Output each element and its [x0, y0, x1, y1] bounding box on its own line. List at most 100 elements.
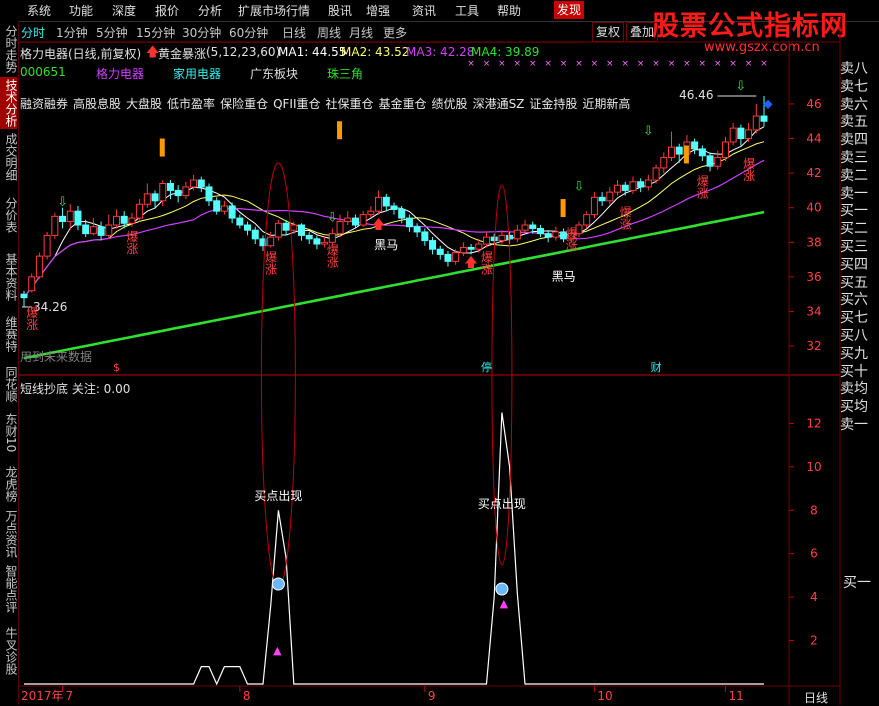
orderbook-row-20: 卖一	[840, 417, 868, 433]
baozhang-label-1: 爆涨	[125, 230, 139, 254]
signal-x-mark-96: ×	[760, 59, 768, 69]
candle-body-89	[706, 155, 714, 167]
event-ting: 停	[481, 360, 492, 374]
candle-body-85	[675, 146, 683, 155]
candle-body-66	[529, 224, 537, 229]
candle-body-3	[43, 234, 51, 257]
price-tick-label-5: 42	[806, 166, 821, 180]
candle-body-9	[89, 226, 97, 235]
baozhang-label-8: 爆涨	[742, 157, 756, 181]
signal-x-mark-74: ×	[591, 59, 599, 69]
signal-x-mark-92: ×	[729, 59, 737, 69]
signal-x-mark-70: ×	[560, 59, 568, 69]
signal-x-mark-86: ×	[683, 59, 691, 69]
month-label-4: 10	[597, 689, 612, 703]
candle-body-40	[328, 233, 336, 243]
candle-body-37	[305, 234, 313, 240]
candle-body-53	[429, 240, 437, 250]
signal-x-mark-78: ×	[621, 59, 629, 69]
candle-body-48	[390, 205, 398, 210]
candle-body-42	[344, 217, 352, 223]
candle-body-62	[498, 234, 506, 242]
ind-tick-label-0: 2	[810, 634, 818, 648]
candle-body-93	[737, 127, 745, 140]
candle-body-12	[113, 215, 120, 226]
candle-body-35	[290, 224, 298, 231]
signal-x-mark-58: ×	[467, 59, 475, 69]
indicator-line	[24, 412, 764, 686]
down-arrow-icon-1: ⇩	[327, 211, 338, 226]
ind-tick-label-5: 12	[806, 416, 821, 430]
candle-body-38	[313, 238, 321, 245]
buy-point-label-2: 买点出现	[478, 497, 526, 511]
candle-body-83	[660, 157, 668, 169]
candle-body-74	[590, 196, 598, 216]
price-tick-label-4: 40	[806, 201, 821, 215]
baozhang-label-5: 爆涨	[564, 226, 578, 250]
up-arrow-icon-1: 🡅	[464, 256, 477, 271]
heima-label-2: 黑马	[552, 269, 576, 283]
candle-body-5	[59, 215, 67, 223]
candle-body-36	[298, 224, 305, 236]
candle-body-49	[398, 208, 406, 219]
candle-body-94	[745, 129, 753, 140]
candle-body-68	[544, 233, 552, 238]
candle-body-82	[652, 167, 660, 181]
baozhang-label-6: 爆涨	[618, 206, 632, 230]
candle-body-92	[729, 127, 737, 143]
baozhang-label-4: 爆涨	[480, 251, 494, 275]
down-arrow-icon-3: ⇩	[643, 124, 654, 139]
future-data-note: 用到未来数据	[20, 349, 92, 364]
candle-body-52	[421, 231, 429, 242]
candle-body-60	[483, 236, 490, 245]
price-tick-label-3: 38	[806, 235, 821, 249]
candle-body-58	[467, 246, 475, 250]
candle-body-21	[182, 186, 190, 197]
candle-body-41	[336, 221, 344, 235]
orderbook-lower-label: 买一	[843, 575, 871, 591]
bottom-period-label: 日线	[804, 691, 829, 705]
signal-x-mark-62: ×	[498, 59, 506, 69]
candle-body-27	[228, 205, 236, 219]
buy-triangle-icon-1: ▲	[273, 644, 282, 657]
candle-body-63	[506, 234, 514, 240]
baozhang-label-2: 爆涨	[264, 251, 278, 275]
candle-body-51	[413, 226, 421, 233]
buy-ball-icon-2	[495, 582, 509, 596]
candle-body-1	[28, 276, 36, 292]
candle-body-57	[459, 246, 467, 254]
candle-body-18	[159, 182, 167, 202]
candle-body-19	[166, 182, 174, 191]
buy-triangle-icon-2: ▲	[500, 597, 509, 610]
candle-body-67	[536, 227, 544, 235]
month-label-2: 8	[243, 689, 251, 703]
candle-body-29	[244, 224, 252, 231]
signal-x-mark-90: ×	[714, 59, 722, 69]
signal-x-mark-82: ×	[652, 59, 660, 69]
event-s: $	[113, 361, 120, 374]
candle-body-32	[267, 236, 275, 247]
candle-body-14	[128, 217, 136, 224]
signal-x-mark-76: ×	[606, 59, 614, 69]
candle-body-30	[251, 229, 259, 240]
signal-x-mark-60: ×	[483, 59, 491, 69]
signal-x-mark-68: ×	[544, 59, 552, 69]
candle-body-34	[282, 222, 290, 231]
candle-body-65	[521, 224, 529, 231]
candle-body-23	[197, 179, 205, 188]
signal-x-mark-94: ×	[745, 59, 753, 69]
candle-body-20	[174, 189, 182, 197]
baozhang-label-3: 爆涨	[325, 244, 339, 268]
candle-body-75	[598, 196, 606, 202]
ma-line-3	[23, 159, 765, 298]
candle-body-22	[190, 179, 198, 188]
candle-body-4	[51, 215, 59, 236]
orange-candle-2	[560, 199, 566, 218]
candle-body-64	[513, 229, 521, 240]
candle-body-54	[436, 248, 444, 255]
candle-body-47	[382, 196, 390, 207]
high-label: 46.46	[679, 88, 713, 102]
signal-x-mark-72: ×	[575, 59, 583, 69]
signal-x-mark-80: ×	[637, 59, 645, 69]
up-arrow-icon-0: 🡅	[372, 217, 385, 232]
